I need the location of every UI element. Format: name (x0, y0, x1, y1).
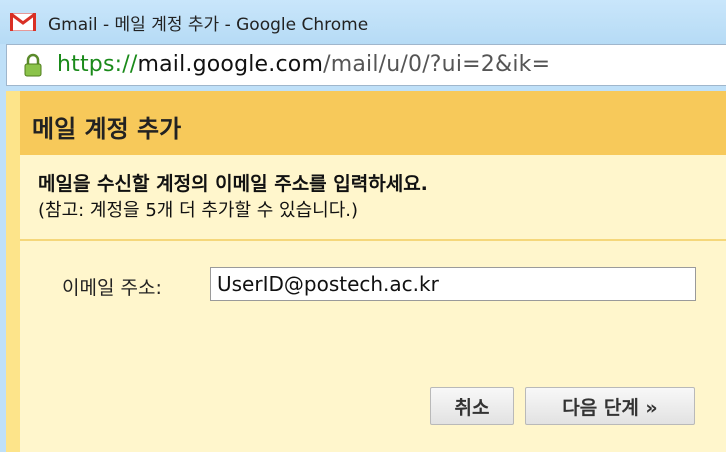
next-step-button[interactable]: 다음 단계 » (525, 387, 695, 425)
cancel-button[interactable]: 취소 (430, 387, 514, 425)
url-text[interactable]: https://mail.google.com/mail/u/0/?ui=2&i… (57, 52, 550, 77)
address-bar[interactable]: https://mail.google.com/mail/u/0/?ui=2&i… (6, 44, 726, 86)
url-protocol: https:// (57, 52, 138, 77)
page-content: 메일 계정 추가 메일을 수신할 계정의 이메일 주소를 입력하세요. (참고:… (6, 91, 726, 452)
gmail-icon (10, 13, 36, 31)
divider (20, 239, 726, 241)
note-text: (참고: 계정을 5개 더 추가할 수 있습니다.) (38, 200, 359, 221)
title-bar[interactable]: Gmail - 메일 계정 추가 - Google Chrome (0, 0, 726, 44)
lock-icon (24, 53, 42, 77)
chrome-window: Gmail - 메일 계정 추가 - Google Chrome https:/… (0, 0, 726, 452)
email-label: 이메일 주소: (62, 277, 162, 299)
dialog-title: 메일 계정 추가 (32, 115, 182, 143)
url-host: mail.google.com (137, 52, 324, 77)
window-title: Gmail - 메일 계정 추가 - Google Chrome (48, 15, 369, 35)
email-field[interactable] (210, 267, 696, 301)
url-path: /mail/u/0/?ui=2&ik= (323, 52, 551, 77)
dialog-header: 메일 계정 추가 (20, 91, 726, 156)
instruction-text: 메일을 수신할 계정의 이메일 주소를 입력하세요. (38, 173, 428, 195)
dialog-body: 메일을 수신할 계정의 이메일 주소를 입력하세요. (참고: 계정을 5개 더… (20, 155, 726, 452)
